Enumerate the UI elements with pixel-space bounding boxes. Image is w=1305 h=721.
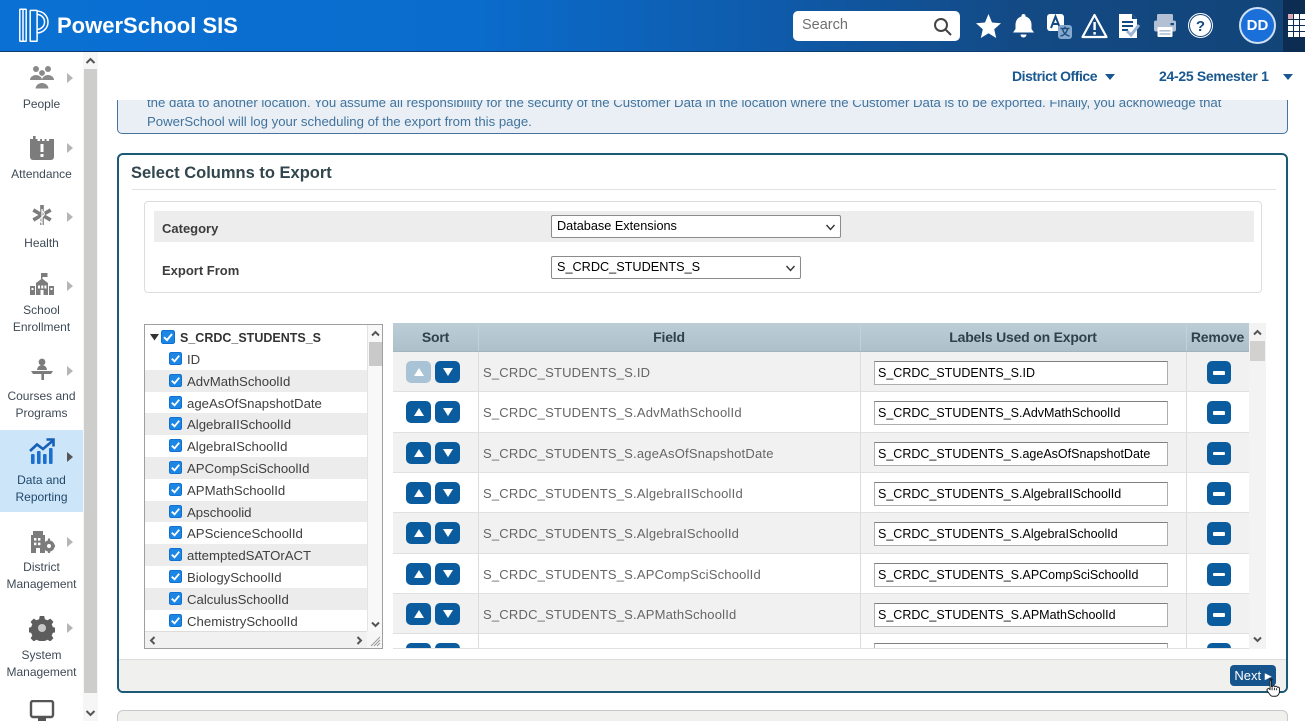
svg-text:?: ? xyxy=(1196,18,1205,35)
